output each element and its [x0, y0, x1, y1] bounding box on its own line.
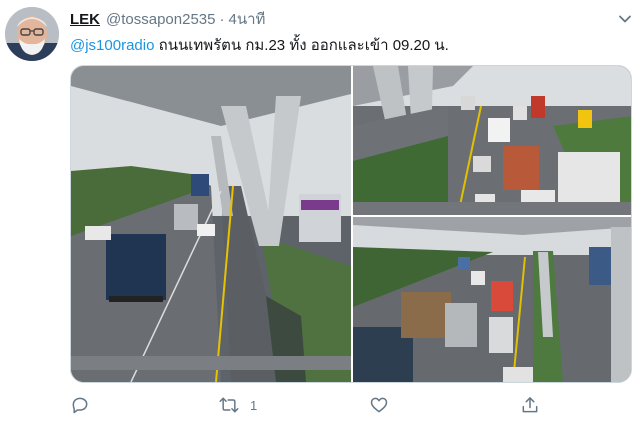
reply-icon [72, 397, 88, 414]
like-button[interactable] [369, 393, 389, 417]
mention-link[interactable]: @js100radio [70, 37, 154, 54]
heart-icon [370, 397, 388, 413]
timestamp[interactable]: 4นาที [228, 11, 265, 28]
share-icon [522, 397, 538, 413]
reply-button[interactable] [70, 393, 90, 417]
tweet-body: ถนนเทพรัตน กม.23 ทั้ง ออกและเข้า 09.20 น… [154, 37, 449, 54]
more-options-button[interactable] [614, 8, 636, 30]
share-button[interactable] [520, 393, 540, 417]
user-handle[interactable]: @tossapon2535 [106, 11, 215, 28]
tweet-text: @js100radio ถนนเทพรัตน กม.23 ทั้ง ออกและ… [70, 36, 449, 56]
display-name[interactable]: LEK [70, 11, 100, 28]
tweet-header: LEK @tossapon2535 · 4นาที [70, 10, 265, 30]
tweet-card[interactable]: LEK @tossapon2535 · 4นาที @js100radio ถนนเท… [0, 0, 644, 429]
retweet-button[interactable]: 1 [218, 393, 257, 417]
highway-traffic-photo-3[interactable] [353, 217, 631, 382]
highway-traffic-photo-1[interactable] [71, 66, 351, 382]
chevron-down-icon [619, 15, 631, 23]
separator-dot: · [219, 11, 225, 28]
retweet-count: 1 [250, 397, 258, 413]
avatar-portrait [5, 7, 59, 61]
retweet-icon [219, 397, 239, 413]
media-grid [70, 65, 632, 383]
highway-traffic-photo-2[interactable] [353, 66, 631, 215]
tweet-actions: 1 [70, 393, 632, 417]
avatar[interactable] [5, 7, 59, 61]
